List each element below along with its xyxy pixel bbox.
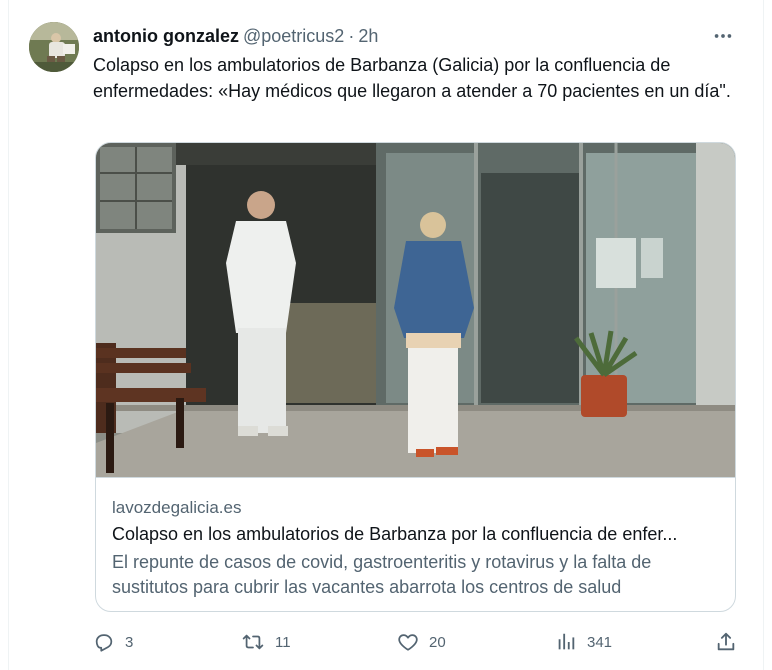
views-button[interactable]: 341 bbox=[555, 628, 612, 656]
more-button[interactable] bbox=[709, 22, 737, 50]
more-dots-icon bbox=[714, 34, 732, 38]
display-name[interactable]: antonio gonzalez bbox=[93, 26, 239, 47]
retweet-count: 11 bbox=[275, 633, 291, 651]
link-card[interactable]: lavozdegalicia.es Colapso en los ambulat… bbox=[95, 142, 736, 612]
retweet-icon bbox=[242, 634, 264, 650]
card-info: lavozdegalicia.es Colapso en los ambulat… bbox=[96, 477, 735, 611]
reply-icon bbox=[95, 634, 113, 652]
user-handle[interactable]: @poetricus2 bbox=[243, 26, 344, 47]
tweet-header: antonio gonzalez @poetricus2 · 2h bbox=[93, 24, 378, 48]
reply-button[interactable]: 3 bbox=[93, 628, 133, 656]
card-description: El repunte de casos de covid, gastroente… bbox=[112, 552, 652, 597]
view-count: 341 bbox=[587, 633, 613, 651]
like-count: 20 bbox=[429, 633, 446, 651]
avatar[interactable] bbox=[29, 22, 79, 72]
share-icon bbox=[717, 632, 735, 651]
avatar-image bbox=[29, 22, 79, 72]
action-bar: 3 11 20 341 bbox=[93, 628, 743, 656]
tweet-text: Colapso en los ambulatorios de Barbanza … bbox=[93, 55, 731, 101]
heart-icon bbox=[398, 634, 418, 651]
card-image bbox=[96, 143, 735, 477]
like-button[interactable]: 20 bbox=[397, 628, 446, 656]
share-button[interactable] bbox=[715, 628, 737, 656]
views-chart-icon bbox=[558, 633, 575, 650]
card-domain: lavozdegalicia.es bbox=[112, 498, 242, 517]
tweet-container[interactable]: antonio gonzalez @poetricus2 · 2h Colaps… bbox=[8, 0, 764, 670]
card-title: Colapso en los ambulatorios de Barbanza … bbox=[112, 524, 678, 544]
reply-count: 3 bbox=[125, 633, 134, 651]
separator-dot: · bbox=[348, 25, 355, 46]
retweet-button[interactable]: 11 bbox=[241, 628, 291, 656]
tweet-time[interactable]: 2h bbox=[358, 26, 378, 47]
